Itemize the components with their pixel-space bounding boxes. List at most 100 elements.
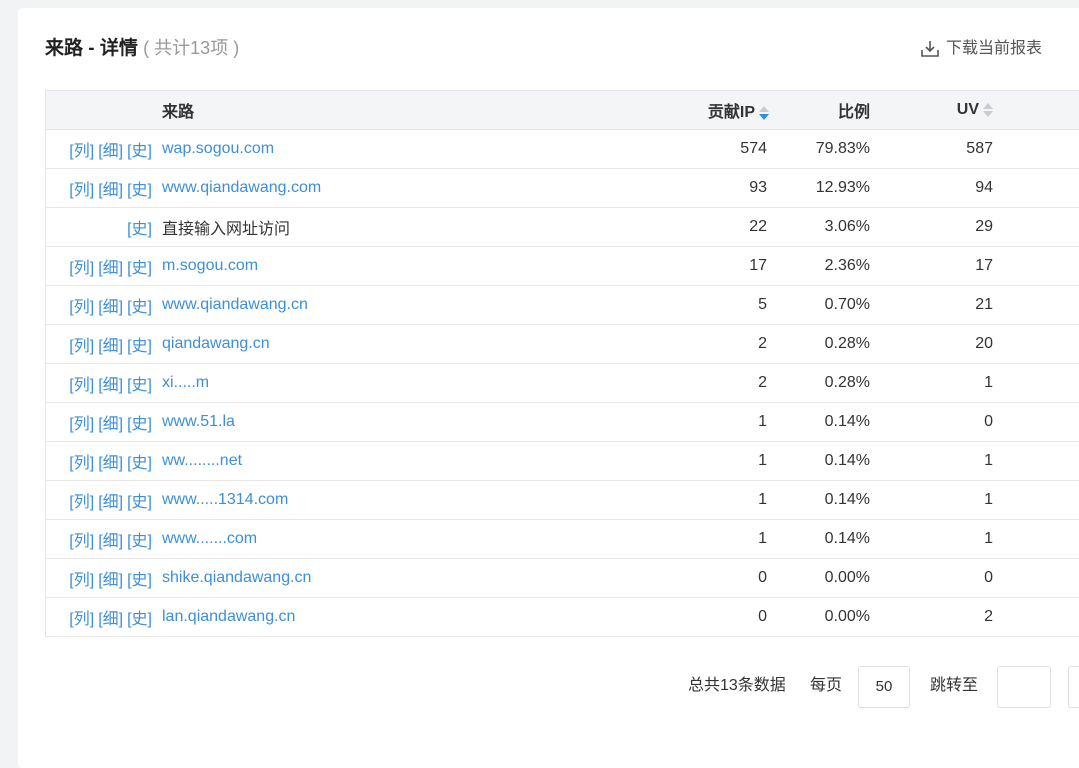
action-list-link[interactable]: [列] [69,455,94,472]
row-actions: [列][细][史] [46,169,163,208]
jump-to-input[interactable] [997,666,1051,708]
uv-cell: 587 [870,130,993,169]
table-row: [列][细][史]www.qiandawang.cn50.70%21 [46,286,1079,325]
source-text: 直接输入网址访问 [162,221,290,238]
actions-header [46,91,163,130]
ip-cell: 574 [632,130,769,169]
action-history-link[interactable]: [史] [127,377,152,394]
uv-cell: 1 [870,481,993,520]
source-cell: lan.qiandawang.cn [162,598,632,637]
page-title-text: 来路 - 详情 [45,38,138,59]
uv-cell: 94 [870,169,993,208]
action-list-link[interactable]: [列] [69,533,94,550]
action-detail-link[interactable]: [细] [98,299,123,316]
source-detail-table: 来路 贡献IP 比例 UV [列][细][史]wap.sogou.com5747… [45,90,1079,637]
uv-cell: 0 [870,403,993,442]
action-history-link[interactable]: [史] [127,455,152,472]
uv-cell: 2 [870,598,993,637]
source-link[interactable]: www.qiandawang.cn [162,296,308,313]
ratio-cell: 0.14% [769,520,870,559]
action-detail-link[interactable]: [细] [98,533,123,550]
uv-cell: 17 [870,247,993,286]
action-list-link[interactable]: [列] [69,143,94,160]
action-detail-link[interactable]: [细] [98,455,123,472]
action-list-link[interactable]: [列] [69,416,94,433]
extra-cell [993,208,1079,247]
ratio-cell: 0.28% [769,325,870,364]
source-cell: 直接输入网址访问 [162,208,632,247]
download-report-label: 下载当前报表 [946,38,1042,60]
action-history-link[interactable]: [史] [127,533,152,550]
action-history-link[interactable]: [史] [127,299,152,316]
action-list-link[interactable]: [列] [69,260,94,277]
action-history-link[interactable]: [史] [127,611,152,628]
source-link[interactable]: www.....1314.com [162,491,288,508]
action-detail-link[interactable]: [细] [98,494,123,511]
action-list-link[interactable]: [列] [69,299,94,316]
action-history-link[interactable]: [史] [127,572,152,589]
source-link[interactable]: wap.sogou.com [162,140,274,157]
action-history-link[interactable]: [史] [127,182,152,199]
action-detail-link[interactable]: [细] [98,377,123,394]
action-detail-link[interactable]: [细] [98,182,123,199]
action-detail-link[interactable]: [细] [98,572,123,589]
source-link[interactable]: www.qiandawang.com [162,179,321,196]
per-page-label: 每页 [810,671,842,695]
source-link[interactable]: www.......com [162,530,257,547]
source-link[interactable]: qiandawang.cn [162,335,270,352]
source-link[interactable]: lan.qiandawang.cn [162,608,295,625]
action-list-link[interactable]: [列] [69,572,94,589]
jump-to-label: 跳转至 [930,671,978,695]
source-cell: m.sogou.com [162,247,632,286]
action-history-link[interactable]: [史] [127,416,152,433]
source-column-label: 来路 [162,104,194,121]
source-link[interactable]: shike.qiandawang.cn [162,569,311,586]
action-history-link[interactable]: [史] [127,494,152,511]
sort-icon[interactable] [759,105,769,121]
action-detail-link[interactable]: [细] [98,260,123,277]
go-button[interactable] [1068,666,1079,708]
row-actions: [列][细][史] [46,520,163,559]
extra-cell [993,520,1079,559]
ip-cell: 17 [632,247,769,286]
download-report-button[interactable]: 下载当前报表 [920,38,1042,60]
uv-cell: 1 [870,442,993,481]
ip-cell: 1 [632,520,769,559]
action-detail-link[interactable]: [细] [98,143,123,160]
ip-column-header[interactable]: 贡献IP [632,91,769,130]
action-history-link[interactable]: [史] [127,260,152,277]
ip-cell: 2 [632,364,769,403]
action-detail-link[interactable]: [细] [98,611,123,628]
action-detail-link[interactable]: [细] [98,416,123,433]
ratio-cell: 12.93% [769,169,870,208]
ratio-cell: 0.14% [769,481,870,520]
source-link[interactable]: www.51.la [162,413,235,430]
source-cell: www.qiandawang.com [162,169,632,208]
action-history-link[interactable]: [史] [127,338,152,355]
table-row: [列][细][史]www.......com10.14%1 [46,520,1079,559]
action-history-link[interactable]: [史] [127,143,152,160]
action-list-link[interactable]: [列] [69,494,94,511]
sort-icon[interactable] [983,102,993,118]
extra-cell [993,364,1079,403]
ip-cell: 5 [632,286,769,325]
action-list-link[interactable]: [列] [69,338,94,355]
row-actions: [列][细][史] [46,325,163,364]
action-detail-link[interactable]: [细] [98,338,123,355]
table-row: [列][细][史]qiandawang.cn20.28%20 [46,325,1079,364]
uv-column-header[interactable]: UV [870,91,993,130]
total-count: 总共13条数据 [688,671,786,695]
source-link[interactable]: ww........net [162,452,242,469]
action-list-link[interactable]: [列] [69,182,94,199]
action-history-link[interactable]: [史] [127,221,152,238]
ip-cell: 93 [632,169,769,208]
action-list-link[interactable]: [列] [69,611,94,628]
page-size-select[interactable]: 50 [858,666,910,708]
source-cell: www.......com [162,520,632,559]
source-link[interactable]: m.sogou.com [162,257,258,274]
ratio-column-header: 比例 [769,91,870,130]
row-actions: [列][细][史] [46,286,163,325]
report-card: 来路 - 详情 ( 共计13项 ) 下载当前报表 来路 贡献IP 比例 UV [… [18,8,1079,768]
source-link[interactable]: xi.....m [162,374,209,391]
action-list-link[interactable]: [列] [69,377,94,394]
